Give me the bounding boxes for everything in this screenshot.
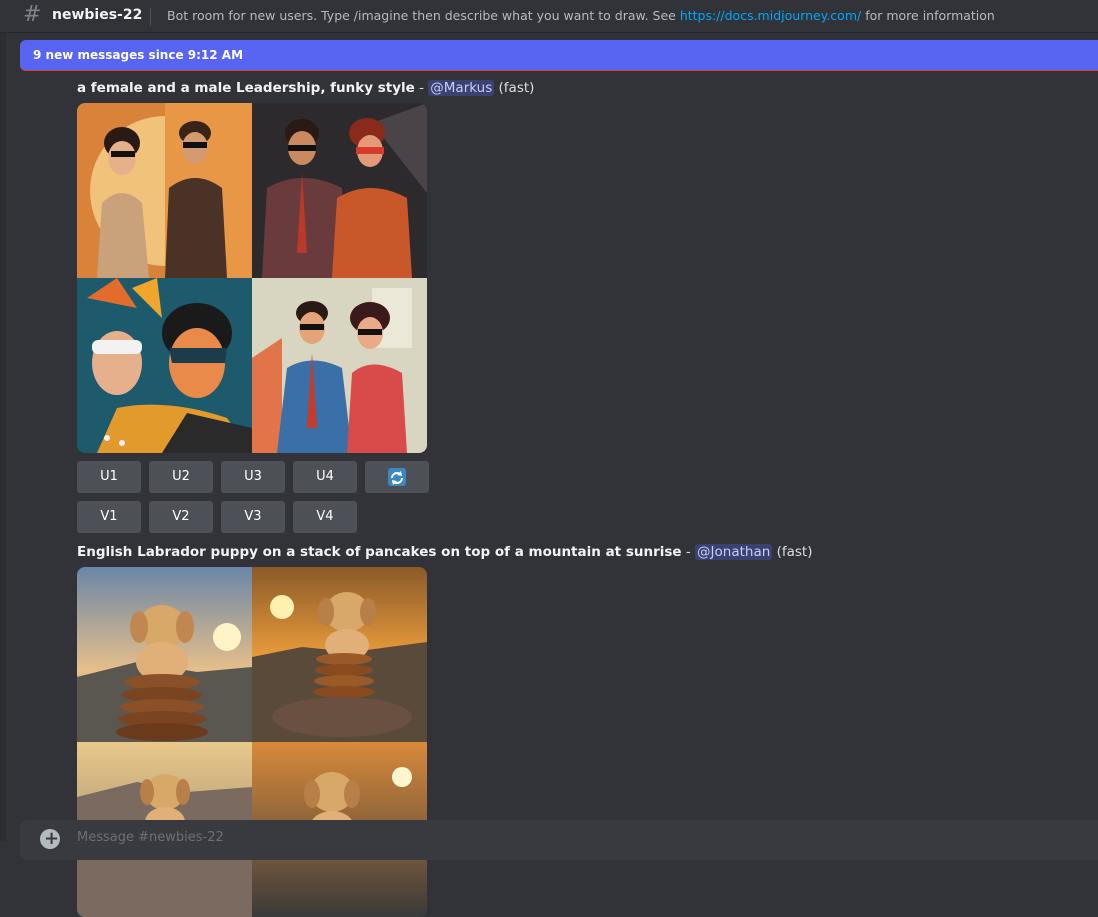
channel-topic: Bot room for new users. Type /imagine th… [167, 8, 995, 23]
message-title: a female and a male Leadership, funky st… [77, 80, 534, 96]
variation-3-button[interactable]: V3 [221, 501, 285, 533]
message-input[interactable]: Message #newbies-22 [77, 830, 224, 845]
channel-name: newbies-22 [52, 7, 143, 23]
message-title: English Labrador puppy on a stack of pan… [77, 544, 812, 560]
left-panel-edge [0, 33, 6, 841]
user-mention[interactable]: @Jonathan [695, 544, 773, 560]
variation-2-button[interactable]: V2 [149, 501, 213, 533]
variation-1-button[interactable]: V1 [77, 501, 141, 533]
prompt-text: English Labrador puppy on a stack of pan… [77, 544, 682, 560]
topic-suffix: for more information [861, 8, 995, 23]
separator: - [681, 544, 696, 560]
grid-image-1[interactable] [77, 103, 252, 278]
prompt-text: a female and a male Leadership, funky st… [77, 80, 415, 96]
upscale-1-button[interactable]: U1 [77, 461, 141, 493]
add-attachment-icon[interactable]: + [40, 829, 60, 849]
grid-image-3[interactable] [77, 278, 252, 453]
user-mention[interactable]: @Markus [428, 80, 495, 96]
refresh-icon [388, 468, 406, 486]
grid-image-2[interactable] [252, 567, 427, 742]
mode-label: (fast) [494, 80, 535, 96]
variation-4-button[interactable]: V4 [293, 501, 357, 533]
message-composer[interactable]: + Message #newbies-22 [20, 820, 1098, 860]
upscale-3-button[interactable]: U3 [221, 461, 285, 493]
header-divider [150, 8, 151, 26]
grid-image-1[interactable] [77, 567, 252, 742]
channel-header: # newbies-22 Bot room for new users. Typ… [0, 0, 1098, 33]
image-grid[interactable] [77, 103, 427, 453]
grid-image-4[interactable] [252, 278, 427, 453]
docs-link[interactable]: https://docs.midjourney.com/ [680, 8, 861, 23]
new-messages-banner[interactable]: 9 new messages since 9:12 AM [20, 40, 1098, 71]
image-grid[interactable] [77, 567, 427, 917]
topic-text: Bot room for new users. Type /imagine th… [167, 8, 680, 23]
upscale-2-button[interactable]: U2 [149, 461, 213, 493]
grid-image-2[interactable] [252, 103, 427, 278]
mode-label: (fast) [772, 544, 813, 560]
separator: - [414, 80, 429, 96]
reroll-button[interactable] [365, 461, 429, 493]
upscale-4-button[interactable]: U4 [293, 461, 357, 493]
hashtag-icon: # [23, 2, 42, 27]
